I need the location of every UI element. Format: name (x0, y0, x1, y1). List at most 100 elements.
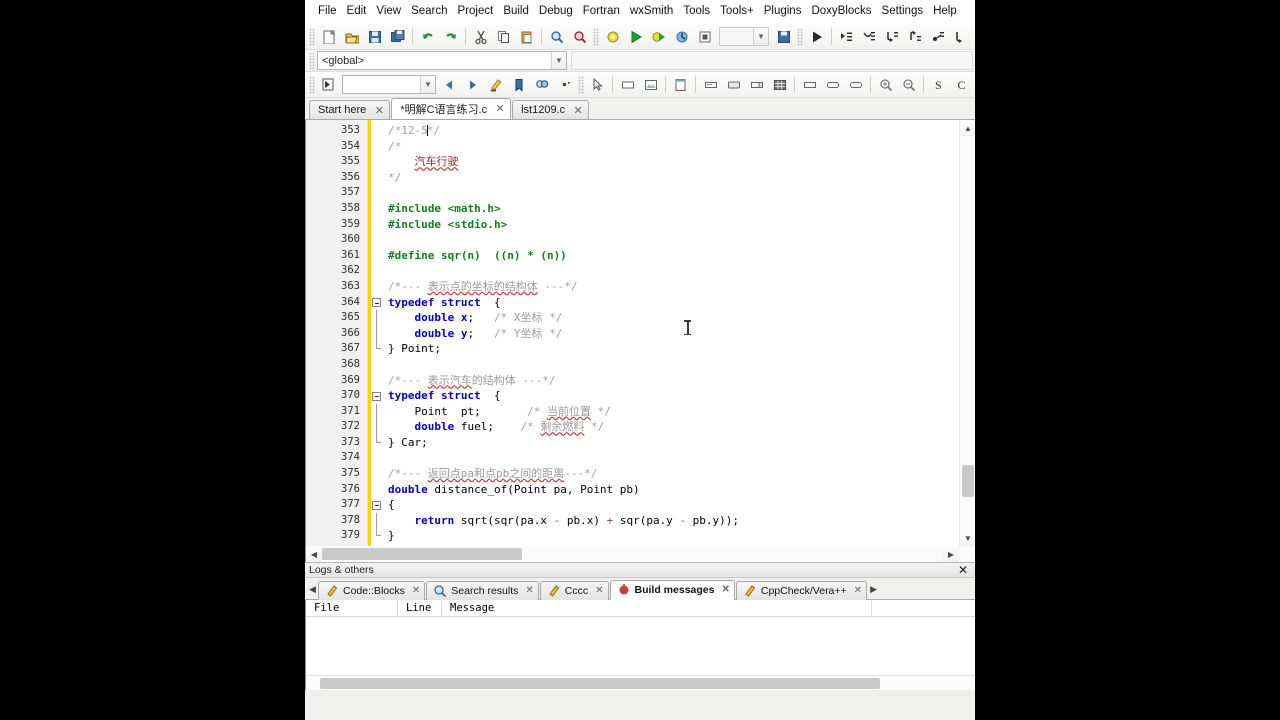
close-icon[interactable]: ✕ (854, 585, 862, 596)
bookmark-icon[interactable] (508, 74, 529, 95)
fold-collapse-icon[interactable] (372, 298, 381, 308)
fold-marker-row[interactable] (371, 248, 384, 264)
log-tab[interactable]: Cccc ✕ (539, 580, 609, 600)
editor-tab[interactable]: *明解C语言练习.c ✕ (391, 98, 512, 119)
fold-marker-row[interactable] (371, 139, 384, 155)
code-line[interactable] (388, 357, 975, 373)
vertical-scroll-thumb[interactable] (962, 465, 974, 497)
logs-horizontal-scrollbar[interactable] (306, 675, 975, 690)
fold-marker-row[interactable] (371, 528, 384, 544)
log-tab[interactable]: Code::Blocks ✕ (318, 580, 426, 600)
menu-item-file[interactable]: File (313, 3, 342, 20)
fold-marker-row[interactable] (371, 325, 384, 342)
logtabs-next-arrow[interactable]: ▶ (868, 580, 879, 599)
menu-item-doxyblocks[interactable]: DoxyBlocks (806, 3, 876, 20)
fold-marker-row[interactable] (371, 201, 384, 217)
scroll-up-button[interactable]: ▲ (960, 120, 975, 136)
code-line[interactable]: /*--- 返回点pa和点pb之间的距离---*/ (388, 466, 975, 482)
menu-item-plugins[interactable]: Plugins (759, 3, 807, 20)
code-line[interactable]: typedef struct { (388, 295, 975, 311)
code-text-area[interactable]: /*12-5*//* 汽车行驶 */ #include <math.h> #incl… (384, 120, 975, 546)
code-line[interactable]: double distance_of(Point pa, Point pb) (388, 482, 975, 498)
debug-step-into-instruction-icon[interactable] (951, 26, 972, 47)
code-line[interactable]: /*--- 表示汽车的结构体 ---*/ (388, 373, 975, 389)
find-icon[interactable] (546, 26, 567, 47)
fold-marker-row[interactable] (371, 263, 384, 279)
close-icon[interactable]: ✕ (573, 104, 583, 117)
combo-widget-icon[interactable] (746, 74, 767, 95)
logtabs-prev-arrow[interactable]: ◀ (307, 580, 318, 599)
grid-column-header[interactable]: Message (442, 600, 872, 616)
code-line[interactable]: typedef struct { (388, 388, 975, 404)
wxsmith-c-icon[interactable]: C (951, 74, 972, 95)
box-widget-icon[interactable] (799, 74, 820, 95)
build-target-options-icon[interactable] (773, 26, 794, 47)
code-line[interactable]: 汽车行驶 (388, 154, 975, 170)
fold-marker-row[interactable] (371, 482, 384, 498)
fold-marker-row[interactable] (371, 373, 384, 389)
log-tab[interactable]: CppCheck/Vera++ ✕ (735, 580, 868, 600)
fold-marker-row[interactable] (371, 388, 384, 404)
code-line[interactable]: #define sqr(n) ((n) * (n)) (388, 248, 975, 264)
toolbar-grip[interactable] (309, 27, 315, 46)
fold-marker-row[interactable] (371, 232, 384, 248)
build-messages-grid[interactable]: File Line Message (305, 600, 975, 690)
fold-marker-row[interactable] (371, 310, 384, 326)
fold-collapse-icon[interactable] (372, 500, 381, 510)
close-icon[interactable]: ✕ (412, 585, 420, 596)
debug-next-line-icon[interactable] (859, 26, 880, 47)
open-file-icon[interactable] (341, 26, 362, 47)
grid-column-header[interactable]: Line (398, 600, 442, 616)
grid-widget-icon[interactable] (769, 74, 790, 95)
code-line[interactable] (388, 232, 975, 248)
fold-margin[interactable] (371, 120, 384, 546)
grid-column-header[interactable]: File (306, 600, 398, 616)
menu-item-tools-[interactable]: Tools+ (715, 3, 759, 20)
toolbar-grip-wxsmith[interactable] (578, 75, 584, 94)
code-line[interactable]: #include <math.h> (388, 201, 975, 217)
box2-widget-icon[interactable] (822, 74, 843, 95)
code-line[interactable]: /*--- 表示点的坐标的结构体 ---*/ (388, 279, 975, 295)
horizontal-scroll-thumb[interactable] (322, 548, 522, 560)
menu-item-project[interactable]: Project (453, 3, 499, 20)
menu-item-edit[interactable]: Edit (342, 3, 372, 20)
code-line[interactable]: Point pt; /* 当前位置 */ (388, 404, 975, 420)
code-line[interactable]: double y; /* Y坐标 */ (388, 326, 975, 342)
fold-collapse-icon[interactable] (372, 391, 381, 401)
fold-marker-row[interactable] (371, 434, 384, 451)
code-line[interactable] (388, 185, 975, 201)
code-line[interactable]: double x; /* X坐标 */ (388, 310, 975, 326)
cut-icon[interactable] (470, 26, 491, 47)
editor-vertical-scrollbar[interactable]: ▲ ▼ (959, 120, 975, 546)
close-icon[interactable]: ✕ (495, 102, 505, 115)
replace-icon[interactable] (569, 26, 590, 47)
undo-icon[interactable] (417, 26, 438, 47)
menu-item-view[interactable]: View (371, 3, 406, 20)
code-line[interactable]: } Point; (388, 341, 975, 357)
fold-marker-row[interactable] (371, 419, 384, 435)
close-icon[interactable]: ✕ (721, 584, 729, 595)
button-widget-icon[interactable] (723, 74, 744, 95)
code-line[interactable] (388, 263, 975, 279)
toolbar-grip-debug[interactable] (797, 27, 803, 46)
scroll-right-button[interactable]: ▶ (943, 546, 959, 562)
toolbar-grip-search[interactable] (309, 75, 315, 94)
dialog-widget-icon[interactable] (670, 74, 691, 95)
menu-item-build[interactable]: Build (498, 3, 534, 20)
logs-horizontal-scroll-thumb[interactable] (320, 678, 880, 689)
toolbar-grip-build[interactable] (593, 27, 599, 46)
menu-item-wxsmith[interactable]: wxSmith (625, 3, 678, 20)
fold-marker-row[interactable] (371, 341, 384, 357)
run-icon[interactable] (625, 26, 646, 47)
fold-marker-row[interactable] (371, 357, 384, 373)
panel-widget-icon[interactable] (617, 74, 638, 95)
code-line[interactable]: double fuel; /* 剩余燃料 */ (388, 419, 975, 435)
textfield-widget-icon[interactable] (700, 74, 721, 95)
box3-widget-icon[interactable] (845, 74, 866, 95)
code-line[interactable]: { (388, 497, 975, 513)
debug-run-to-cursor-icon[interactable] (836, 26, 857, 47)
code-line[interactable]: */ (388, 170, 975, 186)
debug-step-out-icon[interactable] (905, 26, 926, 47)
code-line[interactable] (388, 450, 975, 466)
rebuild-icon[interactable] (671, 26, 692, 47)
